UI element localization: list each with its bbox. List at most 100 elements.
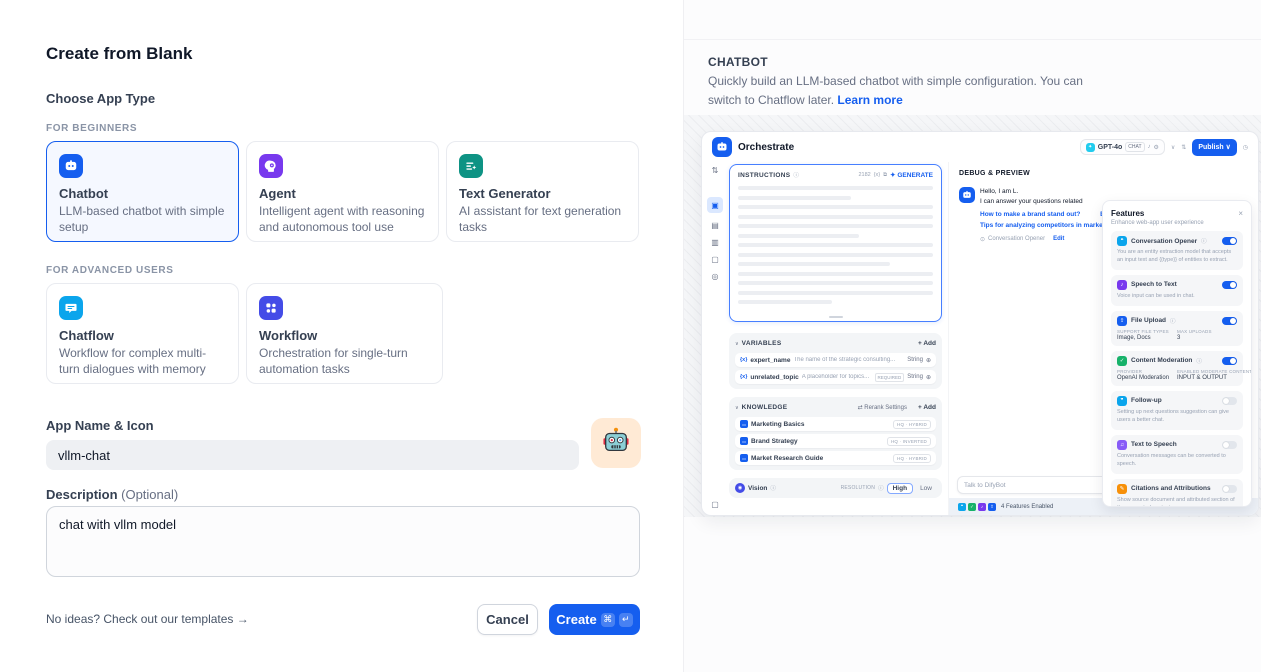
workflow-icon xyxy=(259,296,283,320)
feature-conversation-opener: ❝ Conversation Opener ⓘ You are an entit… xyxy=(1111,231,1243,270)
app-icon-picker[interactable] xyxy=(591,418,641,468)
variable-icon: {x} xyxy=(874,172,880,178)
info-icon: ⓘ xyxy=(1170,317,1176,325)
app-type-card-workflow[interactable]: Workflow Orchestration for single-turn a… xyxy=(246,283,443,384)
agent-icon xyxy=(259,154,283,178)
for-advanced-users-label: FOR ADVANCED USERS xyxy=(46,265,173,276)
variables-section: ∨ VARIABLES + Add {x} expert_name The na… xyxy=(729,333,942,389)
edit-link: Edit xyxy=(1053,236,1064,242)
preview-app-icon xyxy=(712,137,732,157)
content-moderation-icon: ✓ xyxy=(1117,356,1127,366)
generate-button: ✦ GENERATE xyxy=(890,171,933,179)
preview-app-title: Orchestrate xyxy=(738,142,794,153)
chatflow-icon xyxy=(59,296,83,320)
char-count: 2182 xyxy=(858,172,870,178)
card-description: Orchestration for single-turn automation… xyxy=(259,346,430,378)
add-variable-button: + Add xyxy=(918,340,936,347)
info-icon: ⓘ xyxy=(793,171,799,179)
feature-citations: ✎ Citations and Attributions Show source… xyxy=(1111,479,1243,507)
opener-icon: ⊙ xyxy=(980,236,985,243)
debug-preview-title: DEBUG & PREVIEW xyxy=(949,162,1258,177)
conversation-opener-row: ⊙ Conversation Opener Edit xyxy=(980,236,1112,243)
beginner-app-type-cards: Chatbot LLM-based chatbot with simple se… xyxy=(46,141,639,242)
app-type-card-agent[interactable]: Agent Intelligent agent with reasoning a… xyxy=(246,141,439,242)
tune-icon: ⇅ xyxy=(1181,144,1186,151)
toggle xyxy=(1222,357,1237,365)
description-textarea[interactable]: chat with vllm model xyxy=(46,506,640,577)
card-title: Chatflow xyxy=(59,328,226,343)
app-name-input[interactable] xyxy=(46,440,579,470)
add-knowledge-button: + Add xyxy=(918,404,936,411)
learn-more-link[interactable]: Learn more xyxy=(837,93,902,107)
rerank-settings-button: ⇄ Rerank Settings xyxy=(858,404,907,411)
feature-text-to-speech: ♫ Text to Speech Conversation messages c… xyxy=(1111,435,1243,474)
top-strip xyxy=(684,0,1261,40)
prompt-skeleton-lines xyxy=(738,186,933,304)
circle-plus-icon: ⊕ xyxy=(926,374,931,381)
create-button[interactable]: Create ⌘ ↵ xyxy=(549,604,640,635)
index-mode-badge: HQ · INVERTED xyxy=(887,437,931,446)
description-label: Description (Optional) xyxy=(46,487,178,502)
preview-body: ⇅ ▣ ▤ ▥ ▢ ◎ ▢ INSTRUCTIONS ⓘ xyxy=(702,162,1258,515)
text-generator-icon xyxy=(459,154,483,178)
toggle xyxy=(1222,317,1237,325)
choose-app-type-label: Choose App Type xyxy=(46,91,155,106)
preview-sidebar: ⇅ ▣ ▤ ▥ ▢ ◎ ▢ xyxy=(702,162,728,515)
app-type-card-chatflow[interactable]: Chatflow Workflow for complex multi-turn… xyxy=(46,283,239,384)
app-name-label: App Name & Icon xyxy=(46,418,154,433)
variable-icon: {x} xyxy=(740,357,747,363)
image-icon: ▤ xyxy=(711,221,719,230)
settings-icon: ⚙ xyxy=(1154,144,1159,151)
speech-to-text-icon: ♪ xyxy=(978,503,986,511)
circle-plus-icon: ⊕ xyxy=(926,357,931,364)
for-beginners-label: FOR BEGINNERS xyxy=(46,123,137,134)
feature-file-upload: ⇪ File Upload ⓘ SUPPORT FILE TYPES Image… xyxy=(1111,311,1243,346)
conversation-opener-icon: ❝ xyxy=(1117,236,1127,246)
card-title: Text Generator xyxy=(459,186,626,201)
cmd-key-icon: ⌘ xyxy=(601,613,615,627)
mic-icon: ♪ xyxy=(1148,144,1151,150)
page-icon: ▢ xyxy=(711,255,719,264)
app-type-card-text-generator[interactable]: Text Generator AI assistant for text gen… xyxy=(446,141,639,242)
orchestrate-column: INSTRUCTIONS ⓘ 2182 {x} ⧉ ✦ GENERATE xyxy=(729,164,942,498)
feature-follow-up: ❞ Follow-up Setting up next questions su… xyxy=(1111,391,1243,430)
chatbot-description: Quickly build an LLM-based chatbot with … xyxy=(708,72,1116,109)
enter-key-icon: ↵ xyxy=(619,613,633,627)
toggle xyxy=(1222,397,1237,405)
resolution-high-chip: High xyxy=(887,483,913,494)
knowledge-row: ▭ Marketing Basics HQ · HYBRID xyxy=(735,417,936,431)
features-panel: Features × Enhance web-app user experien… xyxy=(1102,200,1252,507)
card-description: Workflow for complex multi-turn dialogue… xyxy=(59,346,226,378)
chevron-down-icon: ∨ xyxy=(1171,144,1175,151)
preview-header: Orchestrate ✦ GPT-4o CHAT ♪ ⚙ ∨ ⇅ Publis… xyxy=(702,132,1258,162)
chevron-down-icon: ∨ xyxy=(735,341,739,347)
feature-speech-to-text: ♪ Speech to Text Voice input can be used… xyxy=(1111,275,1243,306)
toggle xyxy=(1222,237,1237,245)
chatbot-icon xyxy=(59,154,83,178)
citations-icon: ✎ xyxy=(1117,484,1127,494)
model-provider-icon: ✦ xyxy=(1086,143,1095,152)
bot-avatar xyxy=(959,187,975,203)
toggle xyxy=(1222,441,1237,449)
knowledge-row: ▭ Market Research Guide HQ · HYBRID xyxy=(735,451,936,465)
chatbot-heading: CHATBOT xyxy=(708,55,768,69)
knowledge-row: ▭ Brand Strategy HQ · INVERTED xyxy=(735,434,936,448)
card-title: Workflow xyxy=(259,328,430,343)
optional-hint: (Optional) xyxy=(121,487,178,502)
hierarchy-icon: ⇅ xyxy=(712,166,719,175)
cancel-button[interactable]: Cancel xyxy=(477,604,538,635)
model-name: GPT-4o xyxy=(1098,144,1123,151)
info-icon: ⓘ xyxy=(878,484,884,492)
suggestion-link: How to make a brand stand out? xyxy=(980,211,1080,218)
app-type-card-chatbot[interactable]: Chatbot LLM-based chatbot with simple se… xyxy=(46,141,239,242)
suggestion-link: Tips for analyzing competitors in marke xyxy=(980,222,1112,229)
close-icon: × xyxy=(1238,209,1243,218)
file-upload-icon: ⇪ xyxy=(988,503,996,511)
required-badge: REQUIRED xyxy=(875,373,905,382)
conversation-opener-icon: ❝ xyxy=(958,503,966,511)
page-title: Create from Blank xyxy=(46,44,192,64)
index-mode-badge: HQ · HYBRID xyxy=(893,420,931,429)
copy-icon: ⧉ xyxy=(883,172,887,179)
templates-link[interactable]: No ideas? Check out our templates → xyxy=(46,612,249,626)
create-app-screen: Create from Blank Choose App Type FOR BE… xyxy=(0,0,1261,672)
